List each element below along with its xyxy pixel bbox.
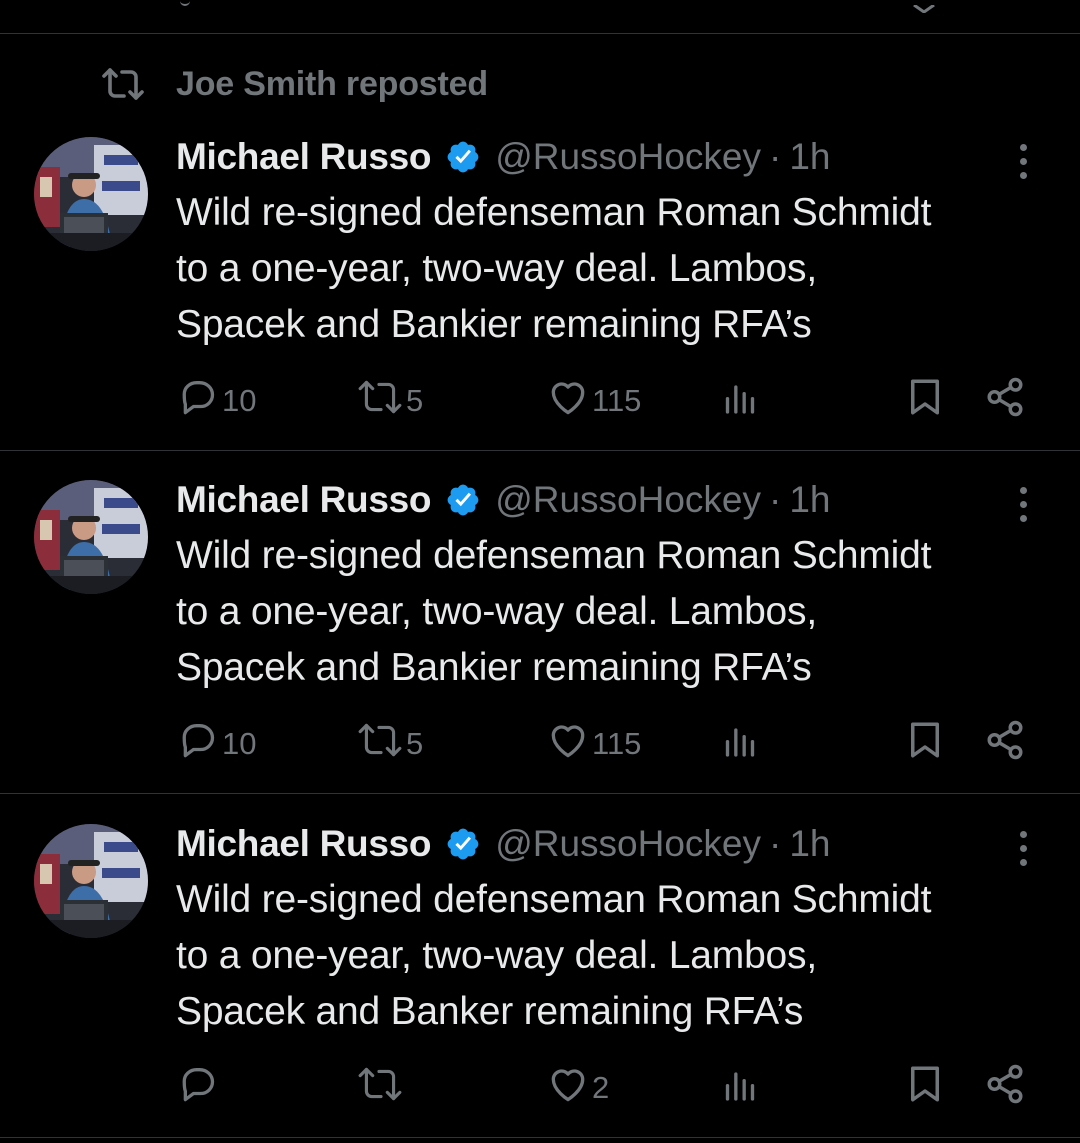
like-count: 115 [592, 383, 642, 418]
share-icon [984, 1063, 1026, 1113]
more-options-icon[interactable] [1010, 137, 1036, 185]
tweet-text: Wild re-signed defenseman Roman Schmidt … [176, 528, 1056, 696]
author-name[interactable]: Michael Russo [176, 823, 431, 865]
tweet-text-line: to a one-year, two-way deal. Lambos, [176, 934, 817, 977]
tweet-text-line: Spacek and Banker remaining RFA’s [176, 990, 804, 1033]
views-button[interactable] [720, 376, 760, 426]
heart-icon [546, 1062, 590, 1114]
divider [0, 1137, 1080, 1138]
reply-icon [176, 375, 220, 427]
tweet-text-line: Wild re-signed defenseman Roman Schmidt [176, 191, 932, 234]
tweet-actions: 2 [0, 1063, 1080, 1113]
reply-button[interactable]: 10 [176, 719, 256, 769]
timestamp[interactable]: 1h [789, 136, 830, 178]
share-icon [984, 376, 1026, 426]
verified-badge-icon[interactable] [445, 482, 481, 518]
more-options-icon[interactable] [1010, 480, 1036, 528]
reply-count: 10 [222, 383, 257, 418]
previous-tweet-action-fragment [180, 0, 190, 6]
separator-dot: · [769, 479, 782, 520]
bookmark-icon [904, 718, 946, 770]
author-name[interactable]: Michael Russo [176, 479, 431, 521]
separator-dot: · [769, 823, 782, 864]
views-icon [720, 1064, 760, 1112]
divider [0, 450, 1080, 451]
repost-icon [356, 720, 404, 768]
repost-icon [100, 64, 150, 104]
timestamp[interactable]: 1h [789, 823, 830, 865]
like-count: 115 [592, 726, 642, 761]
author-name[interactable]: Michael Russo [176, 136, 431, 178]
reply-button[interactable]: 10 [176, 376, 256, 426]
repost-context-label: Joe Smith reposted [176, 64, 488, 103]
divider [0, 793, 1080, 794]
share-icon [984, 719, 1026, 769]
reply-button[interactable] [176, 1063, 222, 1113]
verified-badge-icon[interactable] [445, 139, 481, 175]
author-handle[interactable]: @RussoHockey [495, 823, 761, 865]
avatar[interactable] [34, 480, 148, 594]
verified-badge-icon[interactable] [445, 826, 481, 862]
tweet-text: Wild re-signed defenseman Roman Schmidt … [176, 185, 1056, 353]
share-button[interactable] [984, 719, 1026, 769]
tweet-text-line: to a one-year, two-way deal. Lambos, [176, 590, 817, 633]
timestamp[interactable]: 1h [789, 479, 830, 521]
avatar[interactable] [34, 137, 148, 251]
reply-icon [176, 718, 220, 770]
tweet-text-line: to a one-year, two-way deal. Lambos, [176, 247, 817, 290]
repost-button[interactable]: 5 [356, 376, 423, 426]
views-button[interactable] [720, 719, 760, 769]
bookmark-button[interactable] [904, 376, 946, 426]
views-icon [720, 720, 760, 768]
author-handle[interactable]: @RussoHockey [495, 479, 761, 521]
reply-count: 10 [222, 726, 257, 761]
heart-icon [546, 718, 590, 770]
like-button[interactable]: 115 [546, 719, 641, 769]
repost-button[interactable]: 5 [356, 719, 423, 769]
separator-dot: · [769, 136, 782, 177]
share-button[interactable] [984, 376, 1026, 426]
divider [0, 33, 1080, 34]
repost-count: 5 [406, 726, 424, 761]
repost-icon [356, 1064, 404, 1112]
tweet-text-line: Spacek and Bankier remaining RFA’s [176, 646, 812, 689]
like-button[interactable]: 2 [546, 1063, 609, 1113]
tweet-actions: 10 5 115 [0, 376, 1080, 426]
avatar[interactable] [34, 824, 148, 938]
views-button[interactable] [720, 1063, 760, 1113]
tweet-text-line: Wild re-signed defenseman Roman Schmidt [176, 878, 932, 921]
more-options-icon[interactable] [1010, 824, 1036, 872]
bookmark-button[interactable] [904, 1063, 946, 1113]
repost-button[interactable] [356, 1063, 406, 1113]
tweet-actions: 10 5 115 [0, 719, 1080, 769]
bookmark-icon [904, 1062, 946, 1114]
author-handle[interactable]: @RussoHockey [495, 136, 761, 178]
repost-icon [356, 377, 404, 425]
reply-icon [176, 1062, 220, 1114]
bookmark-button[interactable] [904, 719, 946, 769]
tweet-header: Michael Russo @RussoHockey · 1h [176, 820, 830, 868]
like-button[interactable]: 115 [546, 376, 641, 426]
tweet-text-line: Spacek and Bankier remaining RFA’s [176, 303, 812, 346]
share-button[interactable] [984, 1063, 1026, 1113]
tweet-text-line: Wild re-signed defenseman Roman Schmidt [176, 534, 932, 577]
previous-tweet-bookmark-fragment [908, 0, 946, 14]
repost-context[interactable]: Joe Smith reposted [100, 62, 488, 106]
tweet-text: Wild re-signed defenseman Roman Schmidt … [176, 872, 1056, 1040]
like-count: 2 [592, 1070, 610, 1105]
tweet-header: Michael Russo @RussoHockey · 1h [176, 476, 830, 524]
repost-count: 5 [406, 383, 424, 418]
views-icon [720, 377, 760, 425]
tweet-header: Michael Russo @RussoHockey · 1h [176, 133, 830, 181]
heart-icon [546, 375, 590, 427]
bookmark-icon [904, 375, 946, 427]
